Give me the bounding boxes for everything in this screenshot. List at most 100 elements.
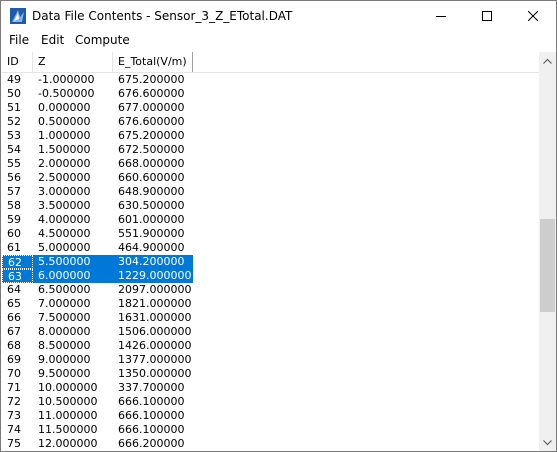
app-icon — [10, 8, 26, 24]
table-row[interactable]: 59 4.000000 601.000000 — [2, 213, 539, 227]
table-row[interactable]: 69 9.000000 1377.000000 — [2, 353, 539, 367]
table-row[interactable]: 64 6.500000 2097.000000 — [2, 283, 539, 297]
table-row[interactable]: 52 0.500000 676.600000 — [2, 115, 539, 129]
cell-e-total: 677.000000 — [118, 101, 185, 114]
data-list-view[interactable]: ID Z E_Total(V/m) 49 -1.000000 675.200000 5… — [2, 52, 539, 450]
maximize-icon — [482, 11, 492, 21]
cell-e-total: 1506.000000 — [118, 325, 192, 338]
cell-z: 0.000000 — [38, 101, 91, 114]
table-row[interactable]: 54 1.500000 672.500000 — [2, 143, 539, 157]
cell-e-total: 676.600000 — [118, 87, 185, 100]
minimize-button[interactable] — [418, 1, 464, 31]
table-row[interactable]: 62 5.500000 304.200000 — [2, 255, 539, 269]
minimize-icon — [436, 16, 446, 17]
cell-id: 60 — [7, 227, 21, 240]
table-row[interactable]: 55 2.000000 668.000000 — [2, 157, 539, 171]
cell-e-total: 464.900000 — [118, 241, 185, 254]
table-row[interactable]: 74 11.500000 666.100000 — [2, 423, 539, 437]
window-title: Data File Contents - Sensor_3_Z_ETotal.D… — [32, 9, 293, 23]
cell-e-total: 668.000000 — [118, 157, 185, 170]
cell-z: 1.000000 — [38, 129, 91, 142]
cell-id: 69 — [7, 353, 21, 366]
cell-id: 50 — [7, 87, 21, 100]
cell-id: 63 — [2, 269, 33, 283]
cell-id: 65 — [7, 297, 21, 310]
table-row[interactable]: 50 -0.500000 676.600000 — [2, 87, 539, 101]
chevron-up-icon — [543, 58, 552, 64]
column-header-e-total[interactable]: E_Total(V/m) — [113, 52, 193, 72]
scrollbar-thumb[interactable] — [540, 219, 555, 312]
cell-e-total: 304.200000 — [113, 255, 193, 269]
cell-e-total: 675.200000 — [118, 73, 185, 86]
cell-e-total: 1350.000000 — [118, 367, 192, 380]
cell-e-total: 1821.000000 — [118, 297, 192, 310]
table-row[interactable]: 71 10.000000 337.700000 — [2, 381, 539, 395]
cell-z: 4.500000 — [38, 227, 91, 240]
table-row[interactable]: 61 5.000000 464.900000 — [2, 241, 539, 255]
close-button[interactable] — [510, 1, 556, 31]
chevron-down-icon — [543, 439, 552, 445]
table-row[interactable]: 51 0.000000 677.000000 — [2, 101, 539, 115]
table-row[interactable]: 60 4.500000 551.900000 — [2, 227, 539, 241]
cell-z: 1.500000 — [38, 143, 91, 156]
cell-e-total: 660.600000 — [118, 171, 185, 184]
cell-id: 70 — [7, 367, 21, 380]
cell-z: 8.500000 — [38, 339, 91, 352]
column-header: ID Z E_Total(V/m) — [2, 52, 539, 73]
menu-edit[interactable]: Edit — [39, 33, 66, 47]
table-row[interactable]: 57 3.000000 648.900000 — [2, 185, 539, 199]
cell-id: 75 — [7, 437, 21, 450]
table-row[interactable]: 63 6.000000 1229.000000 — [2, 269, 539, 283]
menu-bar: File Edit Compute — [1, 31, 556, 51]
cell-z: 8.000000 — [38, 325, 91, 338]
cell-z: -0.500000 — [38, 87, 95, 100]
table-row[interactable]: 49 -1.000000 675.200000 — [2, 73, 539, 87]
cell-id: 66 — [7, 311, 21, 324]
cell-e-total: 1426.000000 — [118, 339, 192, 352]
table-row[interactable]: 56 2.500000 660.600000 — [2, 171, 539, 185]
cell-e-total: 1631.000000 — [118, 311, 192, 324]
cell-id: 73 — [7, 409, 21, 422]
vertical-scrollbar[interactable] — [539, 52, 556, 451]
scroll-up-button[interactable] — [539, 52, 556, 69]
cell-z: 0.500000 — [38, 115, 91, 128]
table-row[interactable]: 58 3.500000 630.500000 — [2, 199, 539, 213]
menu-file[interactable]: File — [7, 33, 31, 47]
table-row[interactable]: 68 8.500000 1426.000000 — [2, 339, 539, 353]
title-bar[interactable]: Data File Contents - Sensor_3_Z_ETotal.D… — [1, 1, 556, 31]
cell-id: 58 — [7, 199, 21, 212]
cell-id: 57 — [7, 185, 21, 198]
column-header-id[interactable]: ID — [2, 52, 33, 72]
table-row[interactable]: 67 8.000000 1506.000000 — [2, 325, 539, 339]
cell-e-total: 675.200000 — [118, 129, 185, 142]
cell-id: 59 — [7, 213, 21, 226]
scroll-down-button[interactable] — [539, 434, 556, 451]
maximize-button[interactable] — [464, 1, 510, 31]
cell-e-total: 648.900000 — [118, 185, 185, 198]
cell-id: 62 — [2, 255, 33, 269]
table-row[interactable]: 53 1.000000 675.200000 — [2, 129, 539, 143]
cell-id: 56 — [7, 171, 21, 184]
cell-z: 6.000000 — [33, 269, 113, 283]
table-row[interactable]: 72 10.500000 666.100000 — [2, 395, 539, 409]
cell-e-total: 666.200000 — [118, 437, 185, 450]
table-row[interactable]: 75 12.000000 666.200000 — [2, 437, 539, 450]
cell-z: 2.000000 — [38, 157, 91, 170]
column-header-z[interactable]: Z — [33, 52, 113, 72]
close-icon — [528, 11, 538, 21]
cell-e-total: 337.700000 — [118, 381, 185, 394]
cell-id: 51 — [7, 101, 21, 114]
table-row[interactable]: 66 7.500000 1631.000000 — [2, 311, 539, 325]
table-row[interactable]: 73 11.000000 666.100000 — [2, 409, 539, 423]
cell-id: 72 — [7, 395, 21, 408]
cell-z: 5.500000 — [33, 255, 113, 269]
menu-compute[interactable]: Compute — [73, 33, 132, 47]
table-row[interactable]: 65 7.000000 1821.000000 — [2, 297, 539, 311]
table-row[interactable]: 70 9.500000 1350.000000 — [2, 367, 539, 381]
cell-z: 3.000000 — [38, 185, 91, 198]
cell-e-total: 672.500000 — [118, 143, 185, 156]
cell-id: 49 — [7, 73, 21, 86]
cell-e-total: 1229.000000 — [113, 269, 193, 283]
cell-id: 54 — [7, 143, 21, 156]
data-file-window: Data File Contents - Sensor_3_Z_ETotal.D… — [0, 0, 557, 452]
